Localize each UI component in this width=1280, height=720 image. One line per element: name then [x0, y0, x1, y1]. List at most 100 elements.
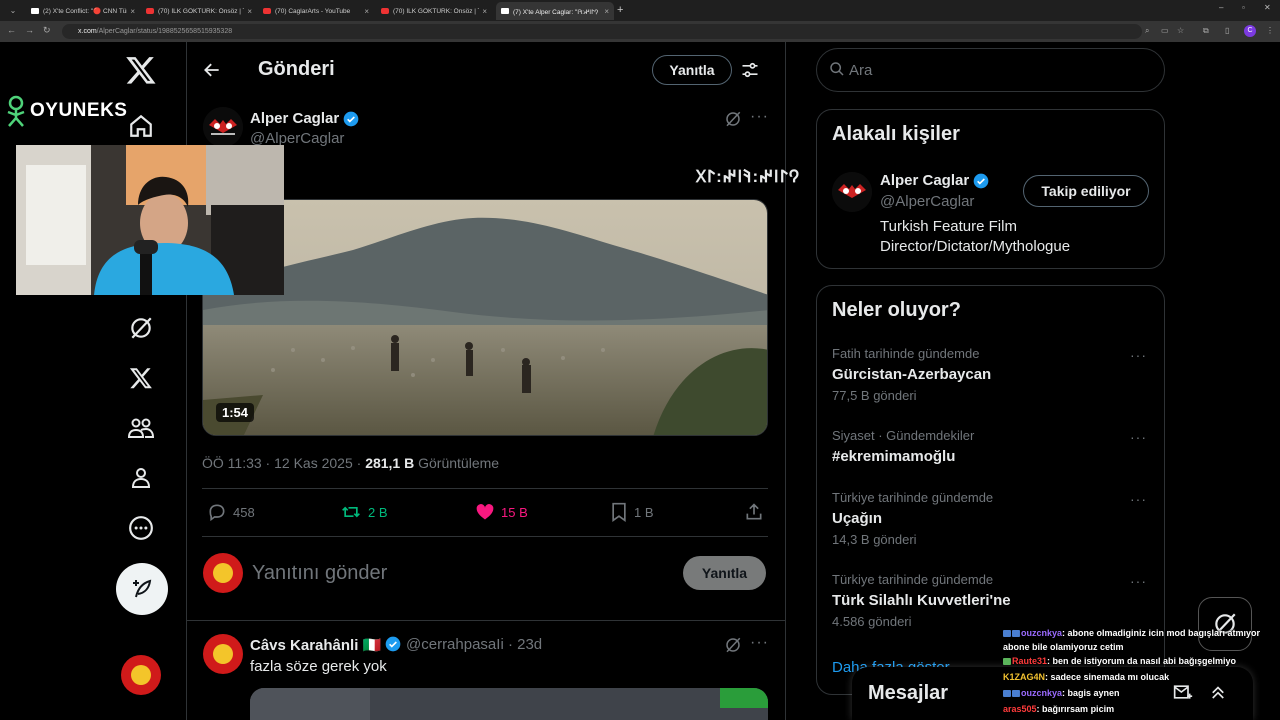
reply-submit-button[interactable]: Yanıtla: [683, 556, 766, 590]
trend-more-icon[interactable]: ···: [1130, 429, 1147, 445]
verified-badge-icon: [385, 636, 401, 652]
trend-more-icon[interactable]: ···: [1130, 347, 1147, 363]
related-name[interactable]: Alper Caglar: [880, 172, 969, 189]
grok-explain-icon[interactable]: [724, 636, 742, 654]
extensions-icon[interactable]: ⧉: [1203, 26, 1209, 36]
share-action[interactable]: [744, 502, 770, 522]
url-path: /AlperCaglar/status/1988525658515935328: [96, 28, 233, 35]
related-title: Alakalı kişiler: [832, 123, 960, 145]
tab-close-icon[interactable]: ×: [482, 7, 487, 16]
forward-nav-icon[interactable]: →: [25, 25, 34, 35]
trend-context: Siyaset · Gündemdekiler: [832, 428, 975, 443]
minimize-icon[interactable]: –: [1219, 3, 1223, 12]
new-tab-icon[interactable]: +: [617, 3, 623, 17]
trend-more-icon[interactable]: ···: [1130, 491, 1147, 507]
home-icon[interactable]: [126, 111, 156, 141]
oyuneks-mascot-icon: [7, 95, 25, 127]
browser-tab-2[interactable]: (70) İLK GÖKTÜRK: Önsöz | Ter ×: [141, 2, 257, 20]
browser-tab-4[interactable]: (70) İLK GÖKTÜRK: Önsöz | Ter ×: [376, 2, 492, 20]
browser-menu-icon[interactable]: ⋮: [1266, 26, 1274, 35]
post-author-name[interactable]: Alper Caglar: [250, 110, 339, 127]
chat-badge-icon: [1012, 690, 1020, 697]
tab-close-icon[interactable]: ×: [364, 7, 369, 16]
search-icon: [830, 62, 844, 76]
search-input[interactable]: Ara: [849, 62, 872, 79]
reply-input[interactable]: Yanıtını gönder: [252, 562, 387, 585]
video-thumbnail: [203, 200, 767, 435]
chat-text: : abone olmadiginiz icin mod bagışları a…: [1062, 628, 1261, 638]
post-author-avatar[interactable]: [203, 107, 243, 147]
bookmark-star-icon[interactable]: ☆: [1177, 26, 1184, 35]
browser-tab-5-active[interactable]: (7) X'te Alper Caglar: "𐰘𐰃𐰾𐰤:𐰚𐰾 ×: [496, 2, 614, 20]
sidepanel-icon[interactable]: ▯: [1225, 26, 1229, 35]
trend-title[interactable]: Türk Silahlı Kuvvetleri'ne: [832, 592, 1011, 609]
screen: { "browser": { "tabs": [ {"label": "(2) …: [0, 0, 1280, 720]
chat-message: abone bile olamiyoruz cetim: [1003, 641, 1280, 653]
cast-icon[interactable]: ▭: [1161, 26, 1169, 35]
tab-close-icon[interactable]: ×: [130, 7, 135, 16]
comment-author-handle[interactable]: @cerrahpasaIi · 23d: [406, 636, 542, 653]
browser-tab-1[interactable]: (2) X'te Conflict: "🔴 CNN Türk ×: [26, 2, 140, 20]
compose-avatar: [203, 553, 243, 593]
reload-icon[interactable]: ↻: [43, 25, 51, 36]
youtube-favicon-icon: [381, 8, 389, 14]
related-handle[interactable]: @AlperCaglar: [880, 193, 974, 210]
chat-user: ouzcnkya: [1021, 628, 1063, 638]
premium-x-icon[interactable]: [126, 363, 156, 393]
zoom-icon[interactable]: ⌕: [1145, 26, 1149, 36]
chat-text: abone bile olamiyoruz cetim: [1003, 642, 1124, 652]
related-avatar[interactable]: [832, 172, 872, 212]
divider: [186, 42, 187, 720]
like-action[interactable]: 15 B: [475, 502, 528, 522]
tab-search-icon[interactable]: ⌄: [5, 3, 21, 18]
comment-author-avatar[interactable]: [203, 634, 243, 674]
grok-explain-icon[interactable]: [724, 110, 742, 128]
maximize-icon[interactable]: ▫: [1242, 3, 1245, 12]
profile-icon[interactable]: [126, 463, 156, 493]
tab-close-icon[interactable]: ×: [604, 7, 609, 16]
trend-more-icon[interactable]: ···: [1130, 573, 1147, 589]
reply-action[interactable]: 458: [207, 502, 255, 522]
compose-post-button[interactable]: [116, 563, 168, 615]
url-host: x.com: [78, 28, 97, 35]
close-window-icon[interactable]: ✕: [1264, 3, 1271, 12]
post-more-icon[interactable]: ···: [750, 108, 769, 126]
chat-message: ouzcnkya: abone olmadiginiz icin mod bag…: [1003, 625, 1280, 641]
back-arrow-icon[interactable]: [202, 60, 222, 85]
repost-action[interactable]: 2 B: [340, 502, 388, 522]
x-logo-icon[interactable]: [125, 54, 157, 86]
more-options-icon[interactable]: [126, 513, 156, 543]
comment-more-icon[interactable]: ···: [750, 634, 769, 652]
tab-close-icon[interactable]: ×: [247, 7, 252, 16]
chat-text: : bagis aynen: [1062, 688, 1120, 698]
reply-header-button[interactable]: Yanıtla: [652, 55, 732, 85]
trend-count: 4.586 gönderi: [832, 614, 912, 629]
trend-title[interactable]: Uçağın: [832, 510, 882, 527]
post-time[interactable]: ÖÖ 11:33 · 12 Kas 2025: [202, 455, 353, 471]
youtube-favicon-icon: [263, 8, 271, 14]
account-avatar[interactable]: [121, 655, 161, 695]
trend-title[interactable]: Gürcistan-Azerbaycan: [832, 366, 991, 383]
comment-media[interactable]: [250, 688, 768, 720]
url-field[interactable]: x.com/AlperCaglar/status/198852565851593…: [62, 24, 1142, 39]
trend-title[interactable]: #ekremimamoğlu: [832, 448, 955, 465]
tab-label: (70) İLK GÖKTÜRK: Önsöz | Ter: [393, 7, 480, 15]
grok-nav-icon[interactable]: [126, 313, 156, 343]
comment-author-name[interactable]: Câvs Karahânli 🇮🇹: [250, 636, 381, 654]
communities-icon[interactable]: [126, 413, 156, 443]
back-nav-icon[interactable]: ←: [7, 25, 16, 35]
sliders-icon[interactable]: [740, 60, 760, 85]
repost-icon: [342, 506, 360, 518]
following-button[interactable]: Takip ediliyor: [1023, 175, 1149, 207]
tab-label: (2) X'te Conflict: "🔴 CNN Türk: [43, 8, 128, 15]
post-video[interactable]: [202, 199, 768, 436]
post-text: 𐰘𐰃𐰾𐰤:𐰚𐰾𐰤:𐰃𐰓: [696, 167, 801, 186]
brand-name: OYUNEKS: [30, 100, 128, 121]
browser-profile-avatar[interactable]: C: [1244, 25, 1256, 37]
messages-title: Mesajlar: [868, 682, 949, 704]
bookmark-action[interactable]: 1 B: [610, 502, 654, 522]
x-favicon-icon: [31, 8, 39, 14]
browser-tab-3[interactable]: (70) CaglarArts - YouTube ×: [258, 2, 374, 20]
chat-message: aras505: bağırırsam picim: [1003, 701, 1280, 717]
divider: [202, 536, 768, 537]
